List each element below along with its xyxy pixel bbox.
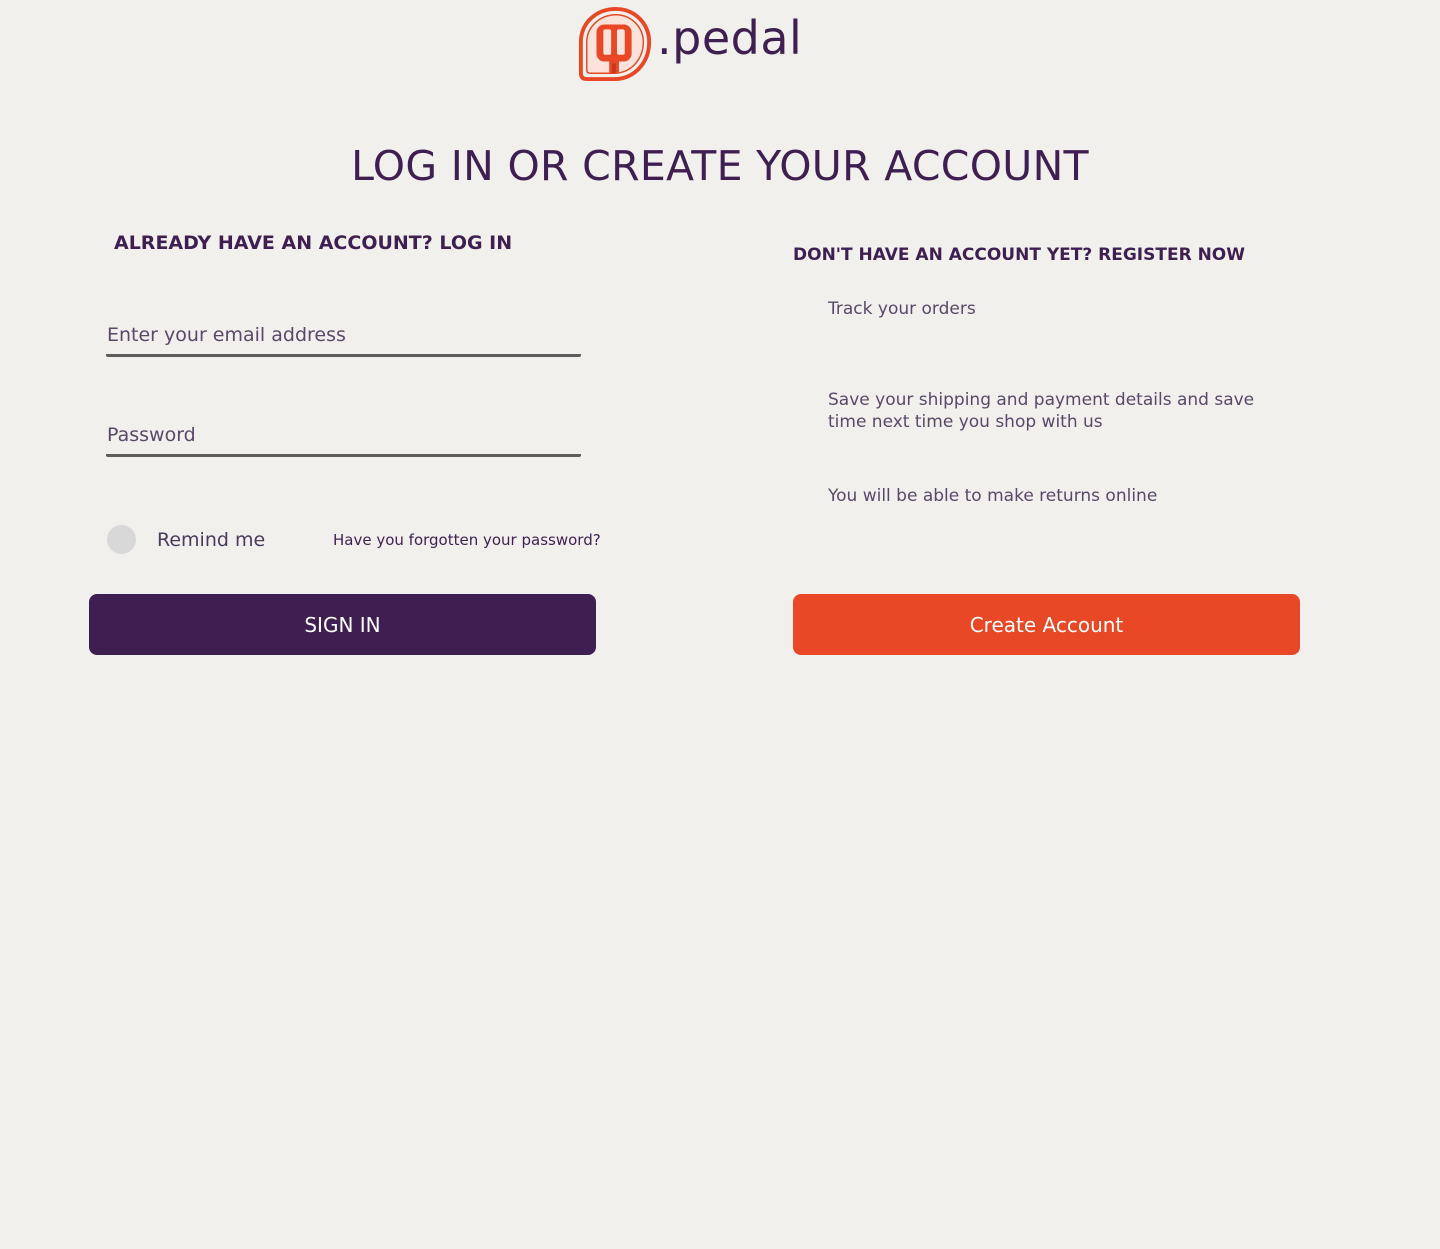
benefit-item: Track your orders [828, 299, 976, 319]
remind-me-toggle[interactable]: Remind me [107, 525, 265, 554]
register-heading: DON'T HAVE AN ACCOUNT YET? REGISTER NOW [793, 245, 1246, 265]
benefit-item: You will be able to make returns online [828, 486, 1158, 506]
password-input[interactable] [106, 424, 581, 454]
email-input[interactable] [106, 324, 581, 354]
brand-logo[interactable]: .pedal [577, 4, 802, 84]
email-field-container [106, 324, 581, 357]
login-page: .pedal LOG IN OR CREATE YOUR ACCOUNT ALR… [0, 0, 1440, 1249]
pedal-logo-icon [578, 6, 652, 82]
password-field-container [106, 424, 581, 457]
page-title: LOG IN OR CREATE YOUR ACCOUNT [351, 142, 1089, 190]
remind-me-label: Remind me [157, 528, 266, 551]
forgot-password-link[interactable]: Have you forgotten your password? [333, 531, 601, 549]
login-heading: ALREADY HAVE AN ACCOUNT? LOG IN [114, 232, 513, 254]
remind-me-checkbox[interactable] [107, 525, 136, 554]
sign-in-button[interactable]: SIGN IN [89, 594, 596, 655]
brand-name: .pedal [657, 11, 803, 65]
create-account-button[interactable]: Create Account [793, 594, 1300, 655]
benefit-item: Save your shipping and payment details a… [828, 390, 1255, 432]
